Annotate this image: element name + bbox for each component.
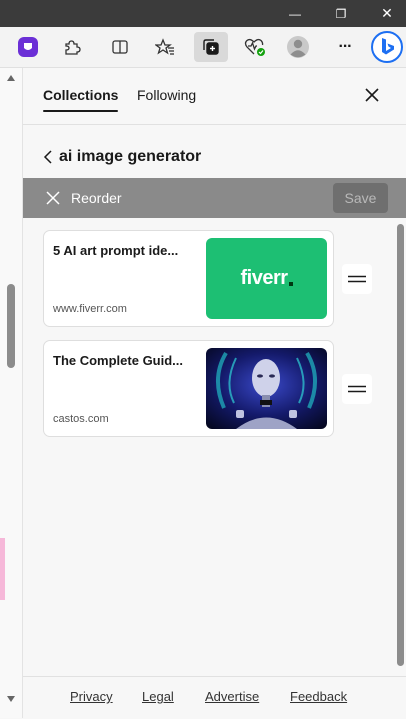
feedback-link[interactable]: Feedback [290,689,347,704]
profile-button[interactable] [283,32,313,62]
drag-handle[interactable] [342,374,372,404]
bing-chat-button[interactable] [370,30,404,64]
favorites-button[interactable] [150,32,180,62]
browser-essentials-button[interactable] [240,32,270,62]
panel-footer: Privacy Legal Advertise Feedback [23,676,406,719]
fiverr-logo: fiverr [240,267,288,289]
collections-button[interactable] [194,32,228,62]
more-icon: ··· [338,38,353,55]
extensions-button[interactable] [57,32,87,62]
save-button[interactable]: Save [333,183,388,213]
split-screen-button[interactable] [105,32,135,62]
drag-handle-icon [348,385,366,393]
panel-scrollbar-thumb[interactable] [397,224,404,666]
maximize-button[interactable]: ❐ [318,0,364,27]
drag-handle-icon [348,275,366,283]
item-title: 5 AI art prompt ide... [53,243,179,258]
reorder-bar: Reorder Save [23,178,406,218]
minimize-icon: — [289,6,301,21]
collections-panel: Collections Following ai image generator… [23,68,406,718]
page-scroll-strip [0,68,23,718]
drag-handle[interactable] [342,264,372,294]
close-icon: ✕ [381,5,393,21]
close-icon [365,88,379,102]
tab-collections[interactable]: Collections [43,87,119,112]
more-button[interactable]: ··· [330,32,360,62]
puzzle-icon [65,40,81,55]
page-scrollbar-thumb[interactable] [7,284,15,368]
collection-item-card[interactable]: The Complete Guid... castos.com [43,340,334,437]
cyborg-image [206,348,327,429]
favorites-icon [155,38,174,55]
title-bar: — ❐ ✕ [0,0,406,27]
close-panel-button[interactable] [361,84,383,106]
privacy-link[interactable]: Privacy [70,689,113,704]
collection-header: ai image generator [43,146,201,168]
legal-link[interactable]: Legal [142,689,174,704]
fiverr-logo-dot [288,281,293,286]
tab-following[interactable]: Following [137,87,196,103]
collection-item-card[interactable]: 5 AI art prompt ide... www.fiverr.com fi… [43,230,334,327]
panel-tabs: Collections Following [23,68,406,125]
close-window-button[interactable]: ✕ [364,0,406,27]
collections-icon [203,39,219,55]
scroll-up-arrow-icon[interactable] [6,74,16,82]
page-content-fragment [0,538,5,600]
restore-icon: ❐ [335,6,347,21]
scroll-down-arrow-icon[interactable] [6,695,16,703]
browser-toolbar: ··· [0,27,406,68]
item-domain: www.fiverr.com [53,303,127,315]
item-thumbnail [206,348,327,429]
extension-button[interactable] [13,32,43,62]
minimize-button[interactable]: — [272,0,318,27]
extension-purple-icon [18,37,38,57]
profile-avatar [287,36,309,58]
item-title: The Complete Guid... [53,353,184,368]
reorder-label: Reorder [71,190,122,206]
item-thumbnail: fiverr [206,238,327,319]
panel-scrollbar[interactable] [397,224,404,672]
back-chevron-icon[interactable] [43,150,53,164]
browser-essentials-icon [244,38,265,56]
cancel-reorder-icon[interactable] [44,189,62,207]
item-domain: castos.com [53,413,109,425]
split-screen-icon [112,40,128,54]
collection-title: ai image generator [59,148,202,165]
advertise-link[interactable]: Advertise [205,689,259,704]
bing-icon [371,31,403,63]
